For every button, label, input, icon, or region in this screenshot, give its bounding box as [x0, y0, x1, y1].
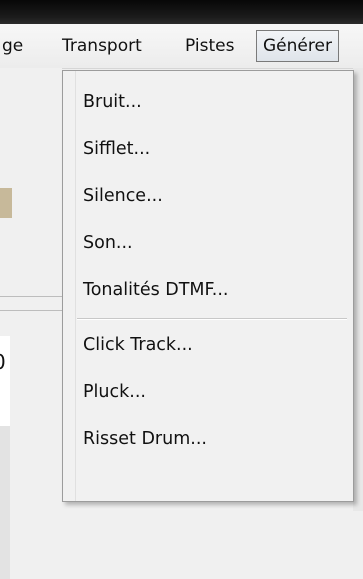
background-lower-area [0, 426, 10, 579]
menu-generer[interactable]: Générer [256, 30, 339, 62]
generer-dropdown-menu: Bruit... Sifflet... Silence... Son... To… [62, 70, 354, 502]
menu-transport[interactable]: Transport [62, 32, 142, 60]
menu-item-click-track[interactable]: Click Track... [83, 328, 193, 362]
menu-item-sifflet[interactable]: Sifflet... [83, 132, 150, 166]
menu-item-silence[interactable]: Silence... [83, 179, 163, 213]
menu-pistes[interactable]: Pistes [185, 32, 234, 60]
window-title-strip [0, 0, 363, 24]
background-track-band [0, 188, 12, 218]
right-edge-shade [353, 68, 363, 511]
menu-item-risset-drum[interactable]: Risset Drum... [83, 422, 207, 456]
menu-bar: ge Transport Pistes Générer [0, 24, 363, 69]
menu-icon-gutter [63, 71, 76, 501]
menu-item-tonalites-dtmf[interactable]: Tonalités DTMF... [83, 273, 228, 307]
background-divider [0, 296, 62, 297]
menu-item-son[interactable]: Son... [83, 226, 133, 260]
menu-separator [77, 318, 347, 320]
menu-item-pluck[interactable]: Pluck... [83, 375, 146, 409]
background-partial-digit: 0 [0, 350, 6, 374]
menu-partial-label[interactable]: ge [2, 32, 23, 60]
menu-item-bruit[interactable]: Bruit... [83, 85, 142, 119]
background-divider [0, 310, 62, 311]
background-window: 0 [0, 68, 62, 579]
